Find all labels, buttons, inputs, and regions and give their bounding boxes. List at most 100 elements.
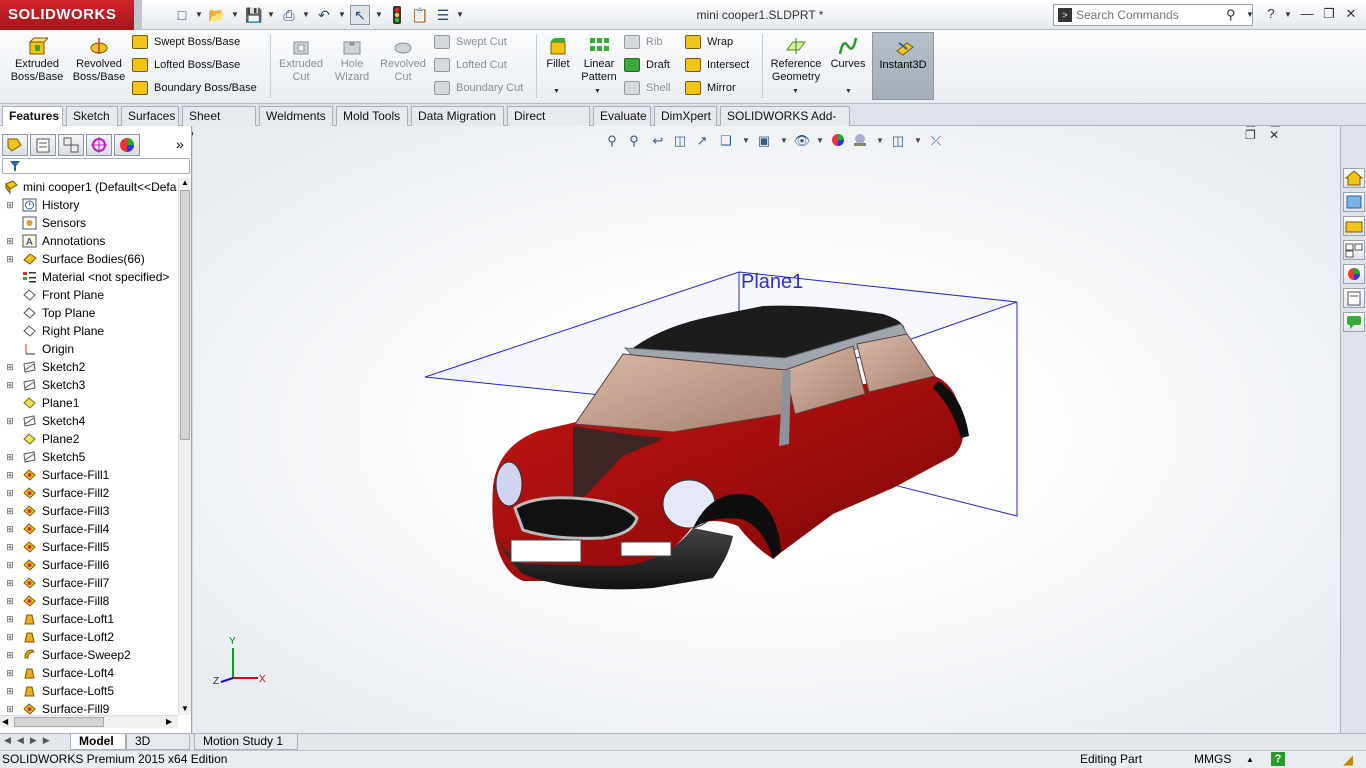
tree-node[interactable]: ⊞ Sketch5 [0,448,178,466]
tree-horizontal-scrollbar[interactable]: ◀ ▶ [0,715,178,728]
print-dropdown-icon[interactable]: ▼ [302,10,310,19]
intersect-button[interactable]: Intersect [685,55,749,75]
expand-plus-icon[interactable]: ⊞ [6,615,14,624]
scroll-up-icon[interactable]: ▲ [181,178,189,187]
scroll-thumb[interactable] [180,190,190,440]
expand-plus-icon[interactable]: ⊞ [6,255,14,264]
forum-icon[interactable] [1343,312,1365,332]
lofted-cut-button[interactable]: Lofted Cut [434,55,507,75]
tree-node[interactable]: Material <not specified> [0,268,178,286]
revolved-boss-button[interactable]: Revolved Boss/Base [70,36,128,84]
tree-node[interactable]: ⊞ History [0,196,178,214]
tree-node[interactable]: ⊞ Sketch4 [0,412,178,430]
tree-node[interactable]: ⊞ Surface Bodies(66) [0,250,178,268]
tree-node[interactable]: ⊞ Surface-Loft5 [0,682,178,700]
minimize-icon[interactable]: — [1298,6,1316,22]
tree-node[interactable]: Right Plane [0,322,178,340]
undo-icon[interactable]: ↶ [314,5,334,25]
wrap-button[interactable]: Wrap [685,32,733,52]
expand-plus-icon[interactable]: ⊞ [6,471,14,480]
curves-button[interactable]: Curves [828,36,868,71]
tree-node[interactable]: Plane2 [0,430,178,448]
custom-properties-icon[interactable] [1343,288,1365,308]
tab-motion-study-1[interactable]: Motion Study 1 [194,734,298,750]
expand-plus-icon[interactable]: ⊞ [6,687,14,696]
expand-plus-icon[interactable]: ⊞ [6,561,14,570]
options-dropdown-icon[interactable]: ▼ [456,10,464,19]
save-dropdown-icon[interactable]: ▼ [267,10,275,19]
revolved-cut-button[interactable]: Revolved Cut [378,36,428,84]
tab-data-migration[interactable]: Data Migration [411,106,504,126]
search-icon[interactable]: ⚲ [1226,7,1236,23]
feature-tree-tab-icon[interactable] [2,134,28,156]
expand-plus-icon[interactable]: ⊞ [6,489,14,498]
tab-model[interactable]: Model [70,734,126,750]
linear-pattern-button[interactable]: Linear Pattern [578,36,620,84]
solidworks-logo[interactable]: SOLIDWORKS [0,0,134,30]
quick-tips-help-icon[interactable]: ? [1271,752,1285,766]
expand-plus-icon[interactable]: ⊞ [6,633,14,642]
boundary-cut-button[interactable]: Boundary Cut [434,78,523,98]
open-dropdown-icon[interactable]: ▼ [231,10,239,19]
tree-filter[interactable] [2,158,190,174]
expand-plus-icon[interactable]: ⊞ [6,363,14,372]
tab-sheet-metal[interactable]: Sheet Metal [182,106,256,141]
fillet-dropdown-icon[interactable]: ▼ [553,88,560,95]
expand-plus-icon[interactable]: ⊞ [6,237,14,246]
tree-node[interactable]: ⊞ Surface-Fill5 [0,538,178,556]
scroll-right-icon[interactable]: ▶ [166,717,172,726]
undo-dropdown-icon[interactable]: ▼ [338,10,346,19]
expand-plus-icon[interactable]: ⊞ [6,597,14,606]
expand-plus-icon[interactable]: ⊞ [6,507,14,516]
draft-button[interactable]: Draft [624,55,670,75]
expand-plus-icon[interactable]: ⊞ [6,417,14,426]
tab-features[interactable]: Features [2,106,63,126]
new-dropdown-icon[interactable]: ▼ [195,10,203,19]
expand-plus-icon[interactable]: ⊞ [6,651,14,660]
tab-evaluate[interactable]: Evaluate [593,106,651,126]
reference-dropdown-icon[interactable]: ▼ [792,88,799,95]
graphics-area[interactable]: ⚲ ⚲ ↩ ◫ ↗ ❏ ▼ ▣ ▼ 👁 ▼ ▼ ◫ ▼ ⤫ ◫ ◫ — ❐ ✕ [193,126,1340,733]
view-palette-icon[interactable] [1343,240,1365,260]
configuration-manager-tab-icon[interactable] [58,134,84,156]
tree-node[interactable]: Sensors [0,214,178,232]
select-arrow-icon[interactable]: ↖ [350,5,370,25]
hole-wizard-button[interactable]: Hole Wizard [328,36,376,84]
help-icon[interactable]: ? [1262,6,1280,22]
tree-node[interactable]: Plane1 [0,394,178,412]
tree-node[interactable]: Top Plane [0,304,178,322]
select-dropdown-icon[interactable]: ▼ [375,10,383,19]
dimxpert-manager-tab-icon[interactable] [86,134,112,156]
tree-root[interactable]: mini cooper1 (Default<<Defa [0,178,178,196]
tab-surfaces[interactable]: Surfaces [121,106,179,126]
tree-node[interactable]: ⊞ Surface-Fill7 [0,574,178,592]
tree-vertical-scrollbar[interactable]: ▲ ▼ [178,178,191,715]
lofted-boss-button[interactable]: Lofted Boss/Base [132,55,240,75]
expand-plus-icon[interactable]: ⊞ [6,453,14,462]
options-icon[interactable]: ☰ [433,5,453,25]
menu-expand-arrow[interactable] [134,0,142,30]
tree-node[interactable]: ⊞ Surface-Sweep2 [0,646,178,664]
plane1-label[interactable]: Plane1 [741,271,803,293]
solidworks-resources-icon[interactable] [1343,168,1365,188]
resize-grip-icon[interactable]: ◢ [1343,751,1353,768]
appearances-scenes-icon[interactable] [1343,264,1365,284]
scroll-down-icon[interactable]: ▼ [181,704,189,713]
tree-node[interactable]: ⊞ Surface-Fill2 [0,484,178,502]
expand-plus-icon[interactable]: ⊞ [6,525,14,534]
expand-plus-icon[interactable]: ⊞ [6,201,14,210]
tab-direct-editing[interactable]: Direct Editing [507,106,590,141]
swept-boss-button[interactable]: Swept Boss/Base [132,32,240,52]
file-properties-icon[interactable]: 📋 [410,5,430,25]
print-icon[interactable]: ⎙ [279,5,299,25]
save-icon[interactable]: 💾 [244,5,264,25]
expand-plus-icon[interactable]: ⊞ [6,543,14,552]
tree-node[interactable]: Origin [0,340,178,358]
tree-node[interactable]: Front Plane [0,286,178,304]
tree-node[interactable]: ⊞ Surface-Loft1 [0,610,178,628]
tree-node[interactable]: ⊞ Sketch3 [0,376,178,394]
rib-button[interactable]: Rib [624,32,663,52]
expand-plus-icon[interactable]: ⊞ [6,705,14,714]
tree-node[interactable]: ⊞ Surface-Fill1 [0,466,178,484]
boundary-boss-button[interactable]: Boundary Boss/Base [132,78,257,98]
